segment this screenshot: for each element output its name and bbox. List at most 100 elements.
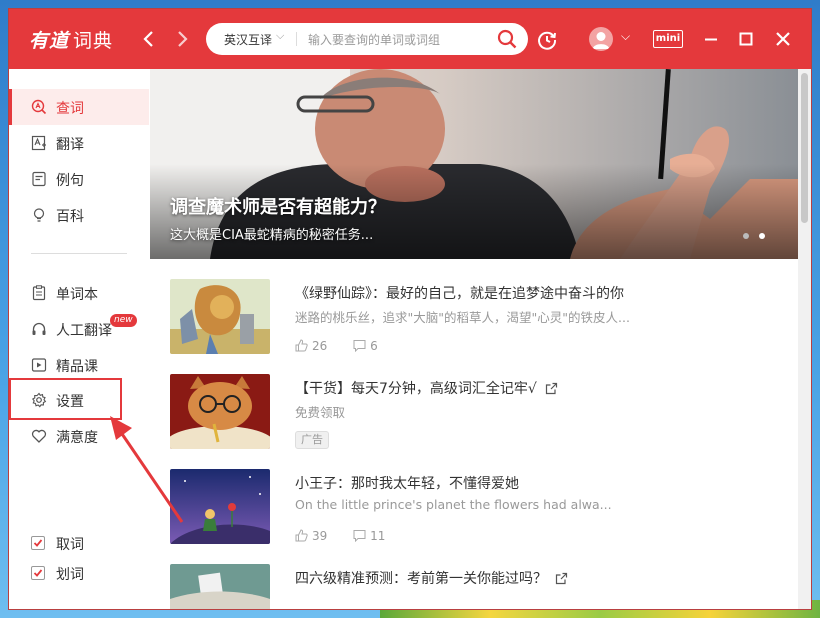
cat-with-glasses-illustration	[170, 374, 270, 449]
capture-word-label: 取词	[56, 537, 84, 553]
article-thumbnail	[170, 564, 270, 609]
comment-button[interactable]: 6	[353, 339, 378, 353]
carousel-dots	[743, 224, 775, 243]
close-icon[interactable]	[771, 27, 795, 51]
article-thumbnail	[170, 279, 270, 354]
capture-word-checkbox[interactable]	[31, 536, 45, 550]
search-bar: 英汉互译 ⌵	[206, 23, 528, 55]
user-avatar[interactable]	[589, 27, 613, 51]
sidebar-item-translate[interactable]: 翻译	[9, 125, 149, 161]
select-word-toggle[interactable]: 划词	[9, 555, 149, 591]
language-select[interactable]: 英汉互译	[224, 31, 272, 48]
article-card[interactable]: 小王子：那时我太年轻，不懂得爱她 On the little prince's …	[170, 469, 790, 549]
article-thumbnail	[170, 469, 270, 544]
comment-icon	[353, 340, 366, 353]
comment-icon	[353, 530, 366, 543]
article-title[interactable]: 小王子：那时我太年轻，不懂得爱她	[295, 473, 519, 493]
forward-button[interactable]	[170, 27, 194, 51]
sidebar-item-satisfaction[interactable]: 满意度	[9, 418, 149, 454]
maximize-icon[interactable]	[734, 27, 758, 51]
thumbs-up-icon	[295, 339, 308, 352]
like-count: 39	[312, 529, 328, 543]
main-content: 调查魔术师是否有超能力？ 这大概是CIA最蛇精病的秘密任务... 《绿野仙踪》：…	[150, 69, 798, 609]
sidebar-divider	[31, 253, 127, 254]
sidebar-item-human-translation[interactable]: 人工翻译 new	[9, 311, 149, 347]
new-badge: new	[110, 314, 137, 327]
check-icon	[33, 569, 43, 577]
article-card[interactable]: 四六级精准预测：考前第一关你能过吗？	[170, 564, 790, 609]
article-desc: 迷路的桃乐丝，追求"大脑"的稻草人，渴望"心灵"的铁皮人...	[295, 310, 630, 325]
carousel-dot[interactable]	[743, 233, 749, 239]
sidebar-item-wordbook[interactable]: 单词本	[9, 275, 149, 311]
comment-button[interactable]: 11	[353, 529, 385, 543]
featured-banner[interactable]: 调查魔术师是否有超能力？ 这大概是CIA最蛇精病的秘密任务...	[150, 69, 798, 259]
sidebar-item-label: 满意度	[56, 430, 98, 446]
bulb-icon	[33, 208, 45, 222]
minimize-icon[interactable]	[699, 27, 723, 51]
mini-mode-button[interactable]: mini	[653, 30, 683, 48]
thumbs-up-icon	[295, 529, 308, 542]
sidebar-item-encyclopedia[interactable]: 百科	[9, 197, 149, 233]
chevron-down-icon: ⌵	[276, 29, 285, 42]
little-prince-illustration	[170, 469, 270, 544]
article-card[interactable]: 《绿野仙踪》：最好的自己，就是在追梦途中奋斗的你 迷路的桃乐丝，追求"大脑"的稻…	[170, 279, 790, 359]
wordbook-icon	[32, 285, 46, 301]
check-icon	[33, 539, 43, 547]
heart-icon	[31, 429, 47, 443]
ad-badge: 广告	[295, 431, 329, 449]
carousel-dot-active[interactable]	[759, 233, 765, 239]
comment-count: 6	[370, 339, 378, 353]
article-meta: 39 11	[295, 529, 385, 543]
search-divider	[296, 32, 297, 46]
article-meta: 26 6	[295, 339, 378, 353]
external-link-icon	[555, 572, 568, 585]
search-input[interactable]	[306, 27, 490, 53]
sidebar-item-label: 百科	[56, 209, 84, 225]
article-title[interactable]: 四六级精准预测：考前第一关你能过吗？	[295, 568, 568, 588]
account-menu-chevron-icon[interactable]: ⌵	[621, 29, 630, 44]
app-logo: 有道 词典	[29, 30, 114, 52]
scrollbar-thumb[interactable]	[801, 73, 808, 223]
article-desc: On the little prince's planet the flower…	[295, 497, 612, 512]
back-button[interactable]	[137, 27, 161, 51]
chevron-left-icon	[143, 31, 153, 47]
sidebar-item-label: 翻译	[56, 137, 84, 153]
sidebar: 查词 翻译 例句 百科 单词本 人工翻译 new 精品课 设置 满意度 取词 划…	[9, 69, 149, 609]
banner-title[interactable]: 调查魔术师是否有超能力？	[170, 193, 386, 219]
article-title[interactable]: 《绿野仙踪》：最好的自己，就是在追梦途中奋斗的你	[295, 283, 624, 303]
sidebar-item-label: 单词本	[56, 287, 98, 303]
article-desc: 免费领取	[295, 405, 346, 420]
article-thumbnail	[170, 374, 270, 449]
like-count: 26	[312, 339, 328, 353]
translate-icon	[31, 135, 46, 151]
article-feed: 《绿野仙踪》：最好的自己，就是在追梦途中奋斗的你 迷路的桃乐丝，追求"大脑"的稻…	[150, 259, 798, 609]
sidebar-item-label: 精品课	[56, 359, 98, 375]
scrollbar-track[interactable]	[798, 69, 811, 609]
search-icon[interactable]	[496, 28, 518, 50]
comment-count: 11	[370, 529, 386, 543]
sidebar-item-label: 人工翻译	[56, 323, 112, 339]
wizard-of-oz-illustration	[170, 279, 270, 354]
headset-icon	[32, 322, 46, 335]
banner-subtitle: 这大概是CIA最蛇精病的秘密任务...	[170, 228, 374, 243]
history-icon[interactable]	[536, 29, 558, 51]
like-button[interactable]: 39	[295, 529, 327, 543]
settings-highlight-box	[9, 378, 122, 420]
article-card-ad[interactable]: 【干货】每天7分钟，高级词汇全记牢√ 免费领取 广告	[170, 374, 790, 454]
exam-illustration	[170, 564, 270, 609]
select-word-checkbox[interactable]	[31, 566, 45, 580]
sidebar-item-label: 查词	[56, 101, 84, 117]
article-title[interactable]: 【干货】每天7分钟，高级词汇全记牢√	[295, 378, 558, 398]
like-button[interactable]: 26	[295, 339, 327, 353]
select-word-label: 划词	[56, 567, 84, 583]
dictionary-window: 有道词典 英汉互译 ⌵ ⌵ mini 查词 翻译	[9, 9, 811, 609]
course-icon	[31, 358, 47, 372]
sidebar-item-label: 例句	[56, 173, 84, 189]
search-word-icon	[31, 99, 47, 115]
external-link-icon	[545, 382, 557, 395]
sidebar-item-examples[interactable]: 例句	[9, 161, 149, 197]
sidebar-item-lookup[interactable]: 查词	[9, 89, 149, 125]
chevron-right-icon	[178, 31, 188, 47]
example-icon	[32, 171, 46, 187]
user-icon	[592, 32, 610, 49]
